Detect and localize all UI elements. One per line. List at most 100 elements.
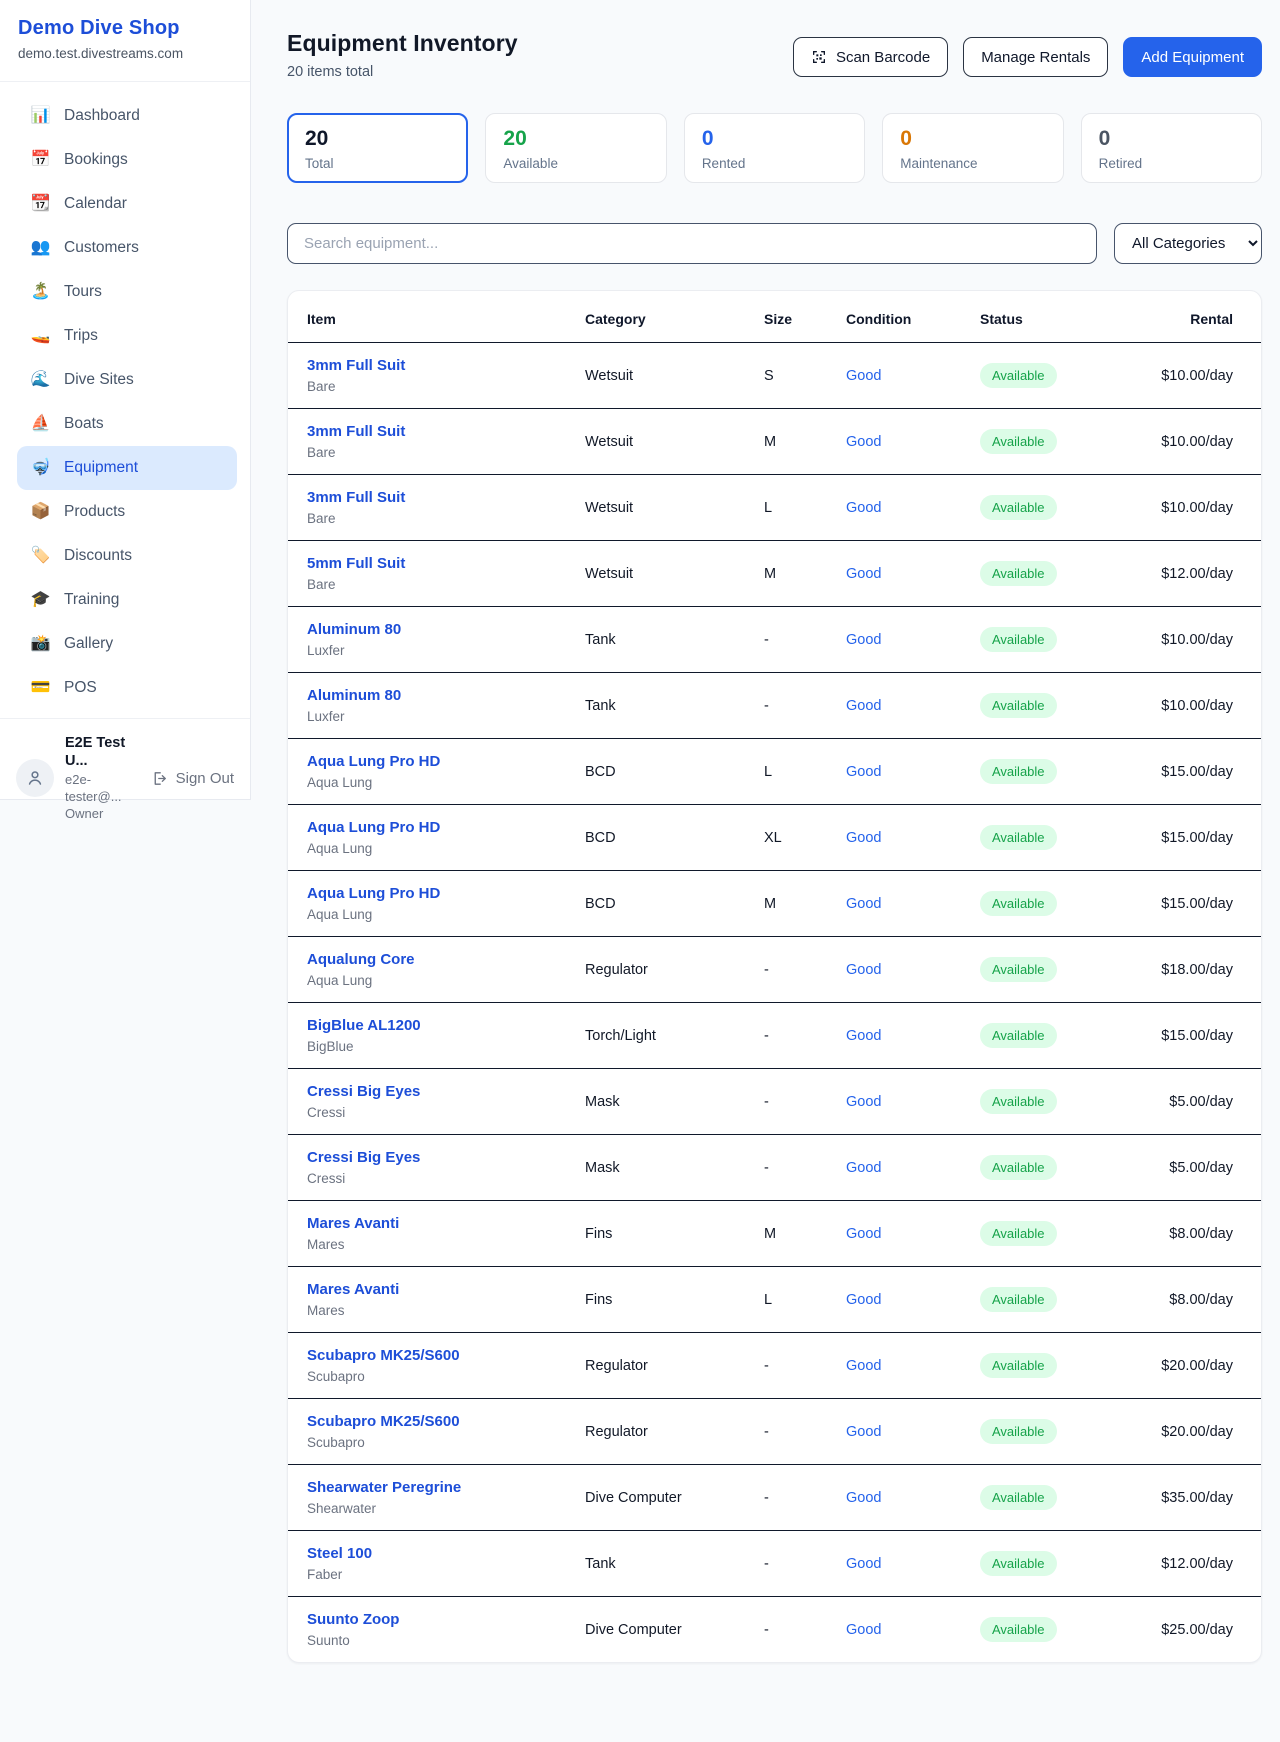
item-name-link[interactable]: Aqua Lung Pro HD xyxy=(307,753,585,770)
item-name-link[interactable]: Aluminum 80 xyxy=(307,621,585,638)
stat-card-available[interactable]: 20 Available xyxy=(485,113,666,183)
add-equipment-button[interactable]: Add Equipment xyxy=(1123,37,1262,77)
status-badge: Available xyxy=(980,429,1057,454)
sidebar-item-tours[interactable]: 🏝️ Tours xyxy=(17,270,237,314)
item-category: Wetsuit xyxy=(585,541,764,607)
item-category: Wetsuit xyxy=(585,475,764,541)
item-name-link[interactable]: BigBlue AL1200 xyxy=(307,1017,585,1034)
item-name-link[interactable]: Aluminum 80 xyxy=(307,687,585,704)
condition-link[interactable]: Good xyxy=(846,368,881,384)
condition-link[interactable]: Good xyxy=(846,764,881,780)
sidebar-item-trips[interactable]: 🚤 Trips xyxy=(17,314,237,358)
item-category: Dive Computer xyxy=(585,1465,764,1531)
condition-link[interactable]: Good xyxy=(846,1028,881,1044)
condition-link[interactable]: Good xyxy=(846,1490,881,1506)
item-name-link[interactable]: 3mm Full Suit xyxy=(307,357,585,374)
item-name-link[interactable]: Scubapro MK25/S600 xyxy=(307,1413,585,1430)
item-size: XL xyxy=(764,805,846,871)
condition-link[interactable]: Good xyxy=(846,1358,881,1374)
sidebar-item-boats[interactable]: ⛵ Boats xyxy=(17,402,237,446)
condition-link[interactable]: Good xyxy=(846,1160,881,1176)
search-input[interactable] xyxy=(287,223,1097,264)
rental-price: $25.00/day xyxy=(1161,1622,1233,1638)
sidebar-item-customers[interactable]: 👥 Customers xyxy=(17,226,237,270)
sidebar-item-label: Products xyxy=(64,501,125,523)
item-name-link[interactable]: Scubapro MK25/S600 xyxy=(307,1347,585,1364)
sidebar-item-products[interactable]: 📦 Products xyxy=(17,490,237,534)
stat-card-retired[interactable]: 0 Retired xyxy=(1081,113,1262,183)
item-size: - xyxy=(764,1597,846,1663)
rental-price: $18.00/day xyxy=(1161,962,1233,978)
condition-link[interactable]: Good xyxy=(846,1622,881,1638)
sidebar-item-label: Dashboard xyxy=(64,105,140,127)
item-name-link[interactable]: Suunto Zoop xyxy=(307,1611,585,1628)
condition-link[interactable]: Good xyxy=(846,500,881,516)
equipment-table: Item Category Size Condition Status Rent… xyxy=(288,291,1261,1662)
table-row: 5mm Full Suit Bare Wetsuit M Good Availa… xyxy=(288,541,1261,607)
condition-link[interactable]: Good xyxy=(846,698,881,714)
item-category: Regulator xyxy=(585,1399,764,1465)
person-icon xyxy=(25,768,45,788)
sidebar-item-gallery[interactable]: 📸 Gallery xyxy=(17,622,237,666)
condition-link[interactable]: Good xyxy=(846,434,881,450)
page-header: Equipment Inventory 20 items total Scan … xyxy=(287,30,1262,80)
status-badge: Available xyxy=(980,561,1057,586)
condition-link[interactable]: Good xyxy=(846,1226,881,1242)
condition-link[interactable]: Good xyxy=(846,1556,881,1572)
status-badge: Available xyxy=(980,1551,1057,1576)
status-badge: Available xyxy=(980,495,1057,520)
column-header-category: Category xyxy=(585,291,764,343)
sidebar-item-training[interactable]: 🎓 Training xyxy=(17,578,237,622)
calendar-date-icon: 📅 xyxy=(30,149,51,171)
scan-barcode-button[interactable]: Scan Barcode xyxy=(793,37,948,77)
sign-out-button[interactable]: Sign Out xyxy=(151,770,234,787)
item-name-link[interactable]: Shearwater Peregrine xyxy=(307,1479,585,1496)
barcode-scan-icon xyxy=(811,49,827,65)
item-name-link[interactable]: Mares Avanti xyxy=(307,1215,585,1232)
sidebar-item-label: Customers xyxy=(64,237,139,259)
sidebar-item-equipment[interactable]: 🤿 Equipment xyxy=(17,446,237,490)
item-size: M xyxy=(764,871,846,937)
condition-link[interactable]: Good xyxy=(846,1094,881,1110)
stat-card-total[interactable]: 20 Total xyxy=(287,113,468,183)
status-badge: Available xyxy=(980,363,1057,388)
item-brand: Cressi xyxy=(307,1105,585,1120)
item-name-link[interactable]: 3mm Full Suit xyxy=(307,489,585,506)
condition-link[interactable]: Good xyxy=(846,830,881,846)
sidebar-item-dive-sites[interactable]: 🌊 Dive Sites xyxy=(17,358,237,402)
item-size: - xyxy=(764,1069,846,1135)
item-name-link[interactable]: Steel 100 xyxy=(307,1545,585,1562)
condition-link[interactable]: Good xyxy=(846,1292,881,1308)
sidebar-item-dashboard[interactable]: 📊 Dashboard xyxy=(17,94,237,138)
brand-domain: demo.test.divestreams.com xyxy=(18,46,232,61)
item-name-link[interactable]: Aqualung Core xyxy=(307,951,585,968)
condition-link[interactable]: Good xyxy=(846,896,881,912)
item-name-link[interactable]: Cressi Big Eyes xyxy=(307,1083,585,1100)
item-name-link[interactable]: Mares Avanti xyxy=(307,1281,585,1298)
item-brand: BigBlue xyxy=(307,1039,585,1054)
stat-card-maintenance[interactable]: 0 Maintenance xyxy=(882,113,1063,183)
stat-card-rented[interactable]: 0 Rented xyxy=(684,113,865,183)
sidebar-item-discounts[interactable]: 🏷️ Discounts xyxy=(17,534,237,578)
sidebar-item-calendar[interactable]: 📆 Calendar xyxy=(17,182,237,226)
sidebar-item-bookings[interactable]: 📅 Bookings xyxy=(17,138,237,182)
item-name-link[interactable]: 5mm Full Suit xyxy=(307,555,585,572)
rental-price: $10.00/day xyxy=(1161,500,1233,516)
rental-price: $12.00/day xyxy=(1161,566,1233,582)
table-row: Steel 100 Faber Tank - Good Available $1… xyxy=(288,1531,1261,1597)
items-total-subtitle: 20 items total xyxy=(287,64,518,80)
condition-link[interactable]: Good xyxy=(846,566,881,582)
table-row: Aluminum 80 Luxfer Tank - Good Available… xyxy=(288,673,1261,739)
condition-link[interactable]: Good xyxy=(846,632,881,648)
category-filter-select[interactable]: All Categories xyxy=(1114,223,1262,264)
condition-link[interactable]: Good xyxy=(846,1424,881,1440)
item-name-link[interactable]: Aqua Lung Pro HD xyxy=(307,819,585,836)
sidebar-item-pos[interactable]: 💳 POS xyxy=(17,666,237,710)
item-name-link[interactable]: Aqua Lung Pro HD xyxy=(307,885,585,902)
item-name-link[interactable]: Cressi Big Eyes xyxy=(307,1149,585,1166)
item-size: S xyxy=(764,343,846,409)
condition-link[interactable]: Good xyxy=(846,962,881,978)
brand-name[interactable]: Demo Dive Shop xyxy=(18,17,232,40)
item-name-link[interactable]: 3mm Full Suit xyxy=(307,423,585,440)
manage-rentals-button[interactable]: Manage Rentals xyxy=(963,37,1108,77)
